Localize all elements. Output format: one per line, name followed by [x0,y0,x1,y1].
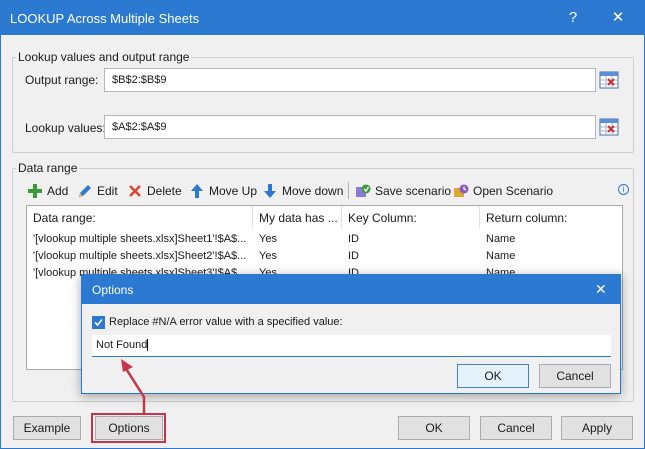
range-select-icon [599,71,619,89]
text-cursor [147,339,149,352]
column-header-my-data-has[interactable]: My data has ... [253,206,342,228]
replace-na-label: Replace #N/A error value with a specifie… [109,316,343,328]
column-header-return-column[interactable]: Return column: [480,206,622,228]
open-scenario-icon [454,184,469,197]
column-header-data-range[interactable]: Data range: [27,206,253,228]
checkmark-icon [94,318,103,327]
replacement-value-text: Not Found [96,339,148,351]
delete-button[interactable]: Delete [127,182,182,200]
open-scenario-button[interactable]: Open Scenario [453,182,553,200]
main-dialog: LOOKUP Across Multiple Sheets ? ✕ Lookup… [0,0,645,449]
add-label: Add [47,184,69,198]
move-up-label: Move Up [209,184,258,198]
options-cancel-button[interactable]: Cancel [539,364,611,388]
table-cell[interactable]: Yes [253,233,341,249]
table-cell[interactable]: '[vlookup multiple sheets.xlsx]Sheet2'!$… [27,250,251,266]
save-scenario-label: Save scenario [375,184,452,198]
plus-icon [28,184,42,198]
add-button[interactable]: Add [27,182,68,200]
table-cell[interactable]: '[vlookup multiple sheets.xlsx]Sheet1'!$… [27,233,251,249]
table-cell[interactable]: ID [342,250,478,266]
annotation-arrow-icon [121,359,146,415]
arrow-up-icon [191,184,203,198]
edit-label: Edit [97,184,118,198]
arrow-down-icon [264,184,276,198]
data-range-group-title: Data range [16,161,80,175]
options-ok-button[interactable]: OK [457,364,529,388]
pencil-icon [79,185,91,197]
output-range-input[interactable]: $B$2:$B$9 [104,68,596,92]
window-title: LOOKUP Across Multiple Sheets [10,11,200,26]
column-header-key-column[interactable]: Key Column: [342,206,480,228]
title-bar: LOOKUP Across Multiple Sheets ? ✕ [1,1,644,35]
table-cell[interactable]: Name [480,233,620,249]
output-range-label: Output range: [25,73,99,87]
open-scenario-label: Open Scenario [473,184,554,198]
lookup-values-input[interactable]: $A$2:$A$9 [104,115,596,139]
table-cell[interactable]: ID [342,233,478,249]
options-close-button[interactable]: ✕ [595,281,607,298]
save-scenario-button[interactable]: Save scenario [355,182,451,200]
table-cell[interactable]: Yes [253,250,341,266]
move-down-label: Move down [282,184,344,198]
lookup-values-label: Lookup values: [25,121,106,135]
edit-button[interactable]: Edit [77,182,118,200]
info-icon[interactable]: i [618,184,629,195]
cancel-button[interactable]: Cancel [480,416,552,440]
table-cell[interactable]: Name [480,250,620,266]
options-title-bar: Options ✕ [82,275,620,304]
range-select-icon [599,118,619,136]
options-highlight-box [91,413,166,443]
output-range-picker-button[interactable] [599,71,619,89]
ok-button[interactable]: OK [398,416,470,440]
lookup-group-title: Lookup values and output range [16,50,192,64]
move-up-button[interactable]: Move Up [189,182,257,200]
x-icon [129,185,141,197]
save-scenario-icon [356,184,371,197]
delete-label: Delete [147,184,182,198]
close-button[interactable]: ✕ [599,5,637,31]
example-button[interactable]: Example [13,416,81,440]
lookup-values-picker-button[interactable] [599,118,619,136]
help-button[interactable]: ? [554,5,592,31]
move-down-button[interactable]: Move down [262,182,343,200]
options-dialog-title: Options [92,283,134,297]
apply-button[interactable]: Apply [561,416,633,440]
toolbar-separator [348,182,349,199]
replace-na-checkbox[interactable] [92,316,105,329]
